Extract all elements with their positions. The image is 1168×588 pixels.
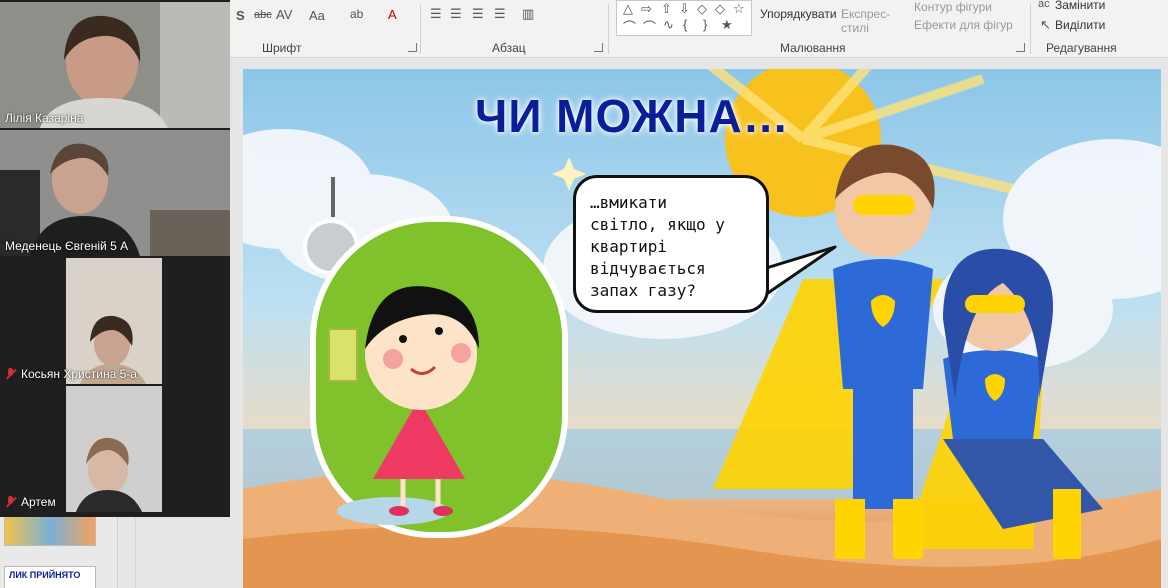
arrange-button[interactable]: Упорядкувати (760, 7, 837, 21)
star-shape-icon[interactable]: ☆ (733, 1, 745, 17)
align-center-icon[interactable]: ☰ (450, 6, 462, 22)
paragraph-dialog-launcher[interactable] (594, 43, 603, 52)
participant-tile[interactable]: Артем (0, 386, 230, 512)
arrow-shape-icon[interactable]: ⇨ (641, 1, 652, 17)
participant-video (0, 130, 230, 256)
star-shape-icon[interactable]: ★ (721, 17, 733, 33)
columns-icon[interactable]: ▥ (522, 6, 534, 22)
font-dialog-launcher[interactable] (408, 43, 417, 52)
slide-canvas[interactable]: ЧИ МОЖНА… …вмикати світло, якщо у кварти… (243, 69, 1161, 588)
drawing-dialog-launcher[interactable] (1016, 43, 1025, 52)
strikethrough-icon[interactable]: abc (254, 9, 272, 21)
diamond-shape-icon[interactable]: ◇ (715, 1, 725, 17)
muted-mic-icon (5, 368, 17, 380)
highlight-icon[interactable]: ab (350, 7, 363, 21)
muted-mic-icon (5, 496, 17, 508)
slide-thumbnail[interactable]: ЛИК ПРИЙНЯТО (4, 566, 96, 588)
diamond-shape-icon[interactable]: ◇ (697, 1, 707, 17)
shadow-icon[interactable]: S (236, 8, 245, 23)
font-group-label: Шрифт (262, 41, 302, 55)
speech-bubble[interactable]: …вмикати світло, якщо у квартирі відчува… (573, 175, 769, 313)
char-spacing-icon[interactable]: AV (276, 7, 292, 22)
video-participants-panel: Лілія Казаріна Меденець Євгеній 5 А Кось… (0, 0, 230, 517)
drawing-group-label: Малювання (780, 41, 846, 55)
arrow-shape-icon[interactable]: ⇧ (661, 1, 672, 17)
shape-effects-button[interactable]: Ефекти для фігур (914, 18, 1013, 32)
replace-button[interactable]: Замінити (1055, 0, 1105, 12)
ribbon-separator (608, 4, 609, 54)
wave-shape-icon[interactable]: ∿ (663, 17, 674, 33)
participant-name: Лілія Казаріна (5, 111, 84, 125)
slide-background-art (243, 69, 1161, 588)
participant-video (0, 2, 230, 128)
app-window: S abc AV Aa ab A Шрифт ☰ ☰ ☰ ☰ ▥ Абзац △… (0, 0, 1168, 588)
participant-tile[interactable]: Лілія Казаріна (0, 2, 230, 128)
arc-shape-icon[interactable]: ⌒ (643, 17, 656, 36)
font-color-icon[interactable]: A (388, 7, 397, 22)
light-switch-shape (328, 328, 358, 382)
arrow-shape-icon[interactable]: ⇩ (679, 1, 690, 17)
replace-icon[interactable]: ac (1038, 0, 1050, 10)
paragraph-group-label: Абзац (492, 41, 526, 55)
brace-shape-icon[interactable]: } (703, 17, 707, 32)
change-case-icon[interactable]: Aa (309, 8, 325, 23)
participant-name: Меденець Євгеній 5 А (5, 239, 129, 253)
brace-shape-icon[interactable]: { (683, 17, 687, 32)
curve-shape-icon[interactable]: ⌒ (623, 17, 636, 36)
select-cursor-icon[interactable]: ↖ (1040, 17, 1051, 33)
align-right-icon[interactable]: ☰ (472, 6, 484, 22)
speech-bubble-text: …вмикати світло, якщо у квартирі відчува… (590, 193, 725, 300)
ribbon-separator (1030, 4, 1031, 54)
justify-icon[interactable]: ☰ (494, 6, 506, 22)
editing-group-label: Редагування (1046, 41, 1117, 55)
participant-video (66, 386, 162, 512)
participant-name: Артем (5, 495, 56, 509)
shapes-gallery[interactable]: △ ⇨ ⇧ ⇩ ◇ ◇ ☆ ⌒ ⌒ ∿ { } ★ (616, 0, 752, 36)
triangle-shape-icon[interactable]: △ (623, 1, 633, 17)
shape-outline-button[interactable]: Контур фігури (914, 0, 992, 14)
quick-styles-button[interactable]: Експрес- стилі (841, 7, 890, 35)
participant-tile[interactable]: Меденець Євгеній 5 А (0, 130, 230, 256)
slide-title[interactable]: ЧИ МОЖНА… (475, 89, 790, 143)
align-left-icon[interactable]: ☰ (430, 6, 442, 22)
select-button[interactable]: Виділити (1055, 18, 1105, 32)
thumbnail-text: ЛИК ПРИЙНЯТО (9, 570, 81, 580)
participant-tile[interactable]: Косьян Христина 5-а (0, 258, 230, 384)
participant-name: Косьян Христина 5-а (5, 367, 137, 381)
participant-video (66, 258, 162, 384)
ribbon-separator (420, 4, 421, 54)
